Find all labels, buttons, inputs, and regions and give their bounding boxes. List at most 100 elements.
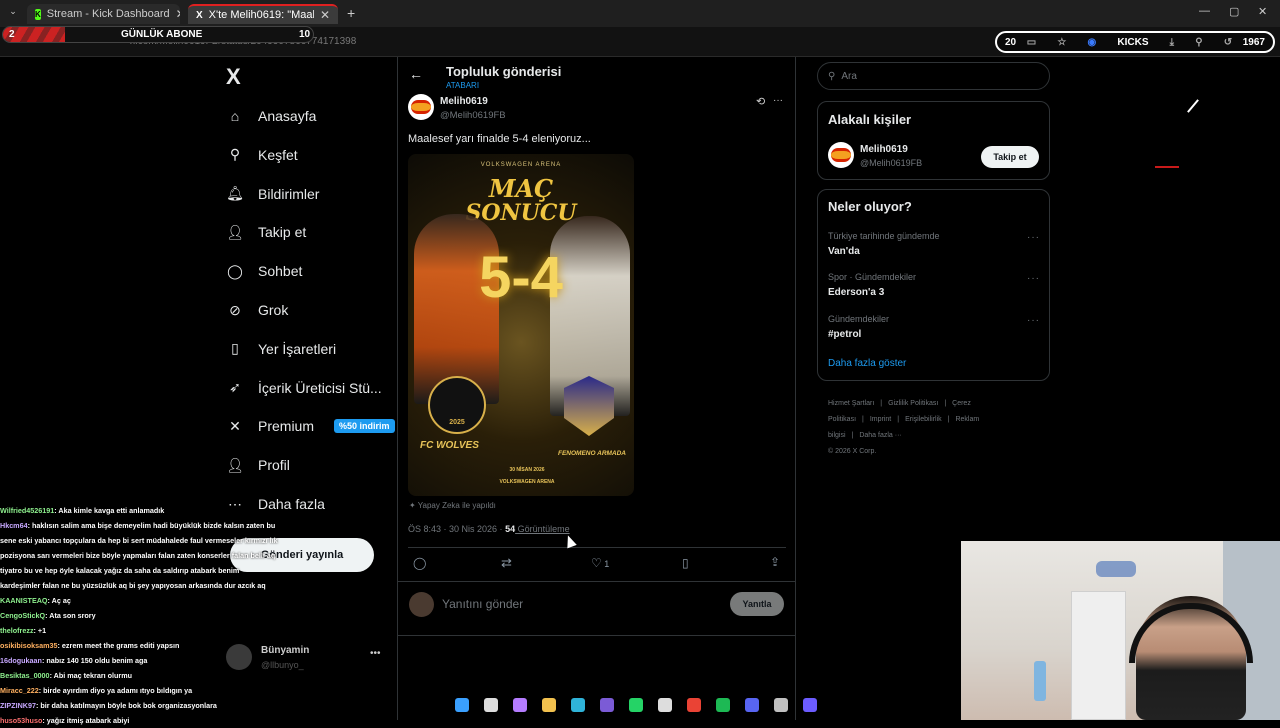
whatsapp-icon[interactable] — [621, 692, 650, 718]
sidebar-item-0[interactable]: ⌂ Anasayfa — [226, 101, 317, 131]
sidebar-item-1[interactable]: ⚲ Keşfet — [226, 140, 298, 170]
sidebar-item-label: Anasayfa — [258, 108, 317, 124]
retweet-icon[interactable]: ⇄ — [501, 555, 512, 571]
app-icon-glyph — [802, 698, 817, 712]
chat-text: : Ata son srory — [45, 611, 96, 620]
trend-name: Ederson'a 3 — [828, 287, 885, 298]
app-icon[interactable] — [795, 692, 824, 718]
sidebar-item-8[interactable]: ✕ Premium %50 indirim — [226, 411, 395, 441]
steam-icon[interactable] — [766, 692, 795, 718]
spotify-icon[interactable] — [708, 692, 737, 718]
sidebar-item-6[interactable]: ▯ Yer İşaretleri — [226, 334, 336, 364]
chat-username: CengoStickQ — [0, 611, 46, 620]
kicks-overlay: 20 ▭ ☆ ◉ KICKS ⤓ ⚲ ↺ 1967 — [995, 31, 1275, 53]
trend-context: Spor · Gündemdekiler — [828, 272, 917, 282]
related-people-card: Alakalı kişiler Melih0619 @Melih0619FB T… — [817, 101, 1050, 180]
share-icon[interactable]: ⇪ — [770, 555, 780, 569]
windows-icon[interactable] — [447, 692, 476, 718]
like-button[interactable]: ♡ 1 — [591, 556, 609, 570]
trend-item[interactable]: Spor · Gündemdekiler Ederson'a 3 — [828, 272, 916, 298]
chat-text: pozisyona sarı vermeleri bize böyle yapm… — [0, 551, 276, 560]
trend-more-icon[interactable]: ··· — [1027, 232, 1040, 243]
x-logo[interactable]: X — [226, 64, 241, 90]
chat-username: ZIPZINK97 — [0, 701, 36, 710]
widgets-icon[interactable] — [505, 692, 534, 718]
stream-chat-overlay: Wilfried4526191: Aka kimle kavga etti an… — [0, 503, 300, 728]
footer-link[interactable]: © 2026 X Corp. — [828, 444, 1022, 460]
views-label[interactable]: Görüntüleme — [515, 524, 570, 534]
more-icon[interactable]: ··· — [773, 95, 783, 106]
sidebar-item-4[interactable]: ◯ Sohbet — [226, 256, 302, 286]
cast-icon: ▭ — [1026, 36, 1037, 48]
edge-icon[interactable] — [563, 692, 592, 718]
trend-item[interactable]: Türkiye tarihinde gündemde Van'da — [828, 231, 940, 257]
chat-username: osikibisoksam35 — [0, 641, 58, 650]
community-name[interactable]: ATABARI — [446, 81, 479, 90]
grok-icon: ⊘ — [229, 301, 241, 318]
kick-icon: K — [35, 8, 41, 20]
search-icon: ⚲ — [828, 70, 836, 82]
chat-message: sene eski yabancı topçulara da hep bi se… — [0, 533, 300, 548]
back-arrow-icon[interactable]: ← — [409, 66, 423, 82]
author-name[interactable]: Melih0619 — [440, 96, 488, 107]
chat-message: Wilfried4526191: Aka kimle kavga etti an… — [0, 503, 300, 518]
tab-label: Stream - Kick Dashboard — [46, 8, 170, 20]
tab-kick-dashboard[interactable]: K Stream - Kick Dashboard ✕ — [27, 4, 180, 24]
footer-link[interactable]: Imprint — [870, 416, 891, 423]
image-top-text: VOLKSWAGEN ARENA — [480, 162, 562, 168]
restore-button[interactable]: ▢ — [1229, 5, 1239, 18]
reply-button[interactable]: Yanıtla — [730, 592, 784, 616]
home-icon: ⌂ — [230, 108, 240, 124]
chat-message: huso53huso: yağız itmiş atabark abiyi — [0, 713, 300, 728]
window-close-button[interactable]: ✕ — [1258, 5, 1267, 18]
sidebar-item-3[interactable]: 👤︎ Takip et — [226, 217, 306, 247]
sidebar-item-9[interactable]: 👤︎ Profil — [226, 450, 290, 480]
tab-search-button[interactable]: ⌄ — [6, 6, 20, 20]
discord-icon[interactable] — [737, 692, 766, 718]
trend-more-icon[interactable]: ··· — [1027, 273, 1040, 284]
chat-text: sene eski yabancı topçulara da hep bi se… — [0, 536, 278, 545]
subs-goal-overlay: 2 GÜNLÜK ABONE 10 — [2, 26, 314, 43]
related-name[interactable]: Melih0619 — [860, 144, 908, 155]
chat-username: thelofrezz — [0, 626, 34, 635]
page-title: Topluluk gönderisi — [446, 64, 562, 79]
chat-username: Hkcm64 — [0, 521, 28, 530]
grok-icon[interactable]: ⟲ — [756, 95, 765, 108]
chrome-icon[interactable] — [679, 692, 708, 718]
search-icon[interactable] — [476, 692, 505, 718]
bookmark-icon[interactable]: ▯ — [682, 556, 689, 570]
kicks-left-count: 20 — [1005, 36, 1017, 48]
chat-message: Hkcm64: haklısın salim ama bişe demeyeli… — [0, 518, 300, 533]
trend-context: Gündemdekiler — [828, 314, 890, 324]
footer-link[interactable]: Hizmet Şartları — [828, 400, 874, 407]
new-tab-button[interactable]: + — [347, 5, 355, 21]
close-icon[interactable]: ✕ — [176, 7, 180, 21]
search-box[interactable]: ⚲ Ara — [817, 62, 1050, 90]
close-icon[interactable]: ✕ — [320, 8, 330, 22]
reply-icon[interactable]: ◯ — [413, 556, 426, 570]
image-date: 30 NİSAN 2026 — [509, 467, 545, 473]
tab-x-post[interactable]: X X'te Melih0619: "Maalesef yarı ✕ — [188, 4, 338, 24]
person-icon: 👤︎ — [226, 456, 244, 473]
footer-link[interactable]: Daha fazla ··· — [859, 432, 901, 439]
related-avatar[interactable] — [828, 142, 854, 168]
sidebar-item-7[interactable]: ➶ İçerik Üreticisi Stü... — [226, 373, 382, 403]
obs-icon[interactable] — [592, 692, 621, 718]
trend-more-icon[interactable]: ··· — [1027, 315, 1040, 326]
trend-item[interactable]: Gündemdekiler #petrol — [828, 314, 889, 340]
footer-link[interactable]: Gizlilik Politikası — [888, 400, 938, 407]
minimize-button[interactable]: — — [1199, 5, 1210, 17]
sidebar-item-2[interactable]: 🔔︎ Bildirimler — [226, 179, 319, 209]
post-image[interactable]: VOLKSWAGEN ARENA MAÇ SONUCU 5-4 2025 FC … — [408, 154, 634, 496]
store-icon[interactable] — [650, 692, 679, 718]
show-more-link[interactable]: Daha fazla göster — [828, 358, 906, 369]
team-right: FENOMENO ARMADA — [558, 450, 627, 457]
reply-input[interactable]: Yanıtını gönder — [442, 597, 523, 611]
author-avatar[interactable] — [408, 94, 434, 120]
footer-link[interactable]: Erişilebilirlik — [905, 416, 942, 423]
sidebar-item-5[interactable]: ⊘ Grok — [226, 295, 288, 325]
author-handle[interactable]: @Melih0619FB — [440, 110, 506, 121]
post-text: Maalesef yarı finalde 5-4 eleniyoruz... — [408, 133, 591, 145]
file-explorer-icon[interactable] — [534, 692, 563, 718]
follow-button[interactable]: Takip et — [981, 146, 1039, 168]
